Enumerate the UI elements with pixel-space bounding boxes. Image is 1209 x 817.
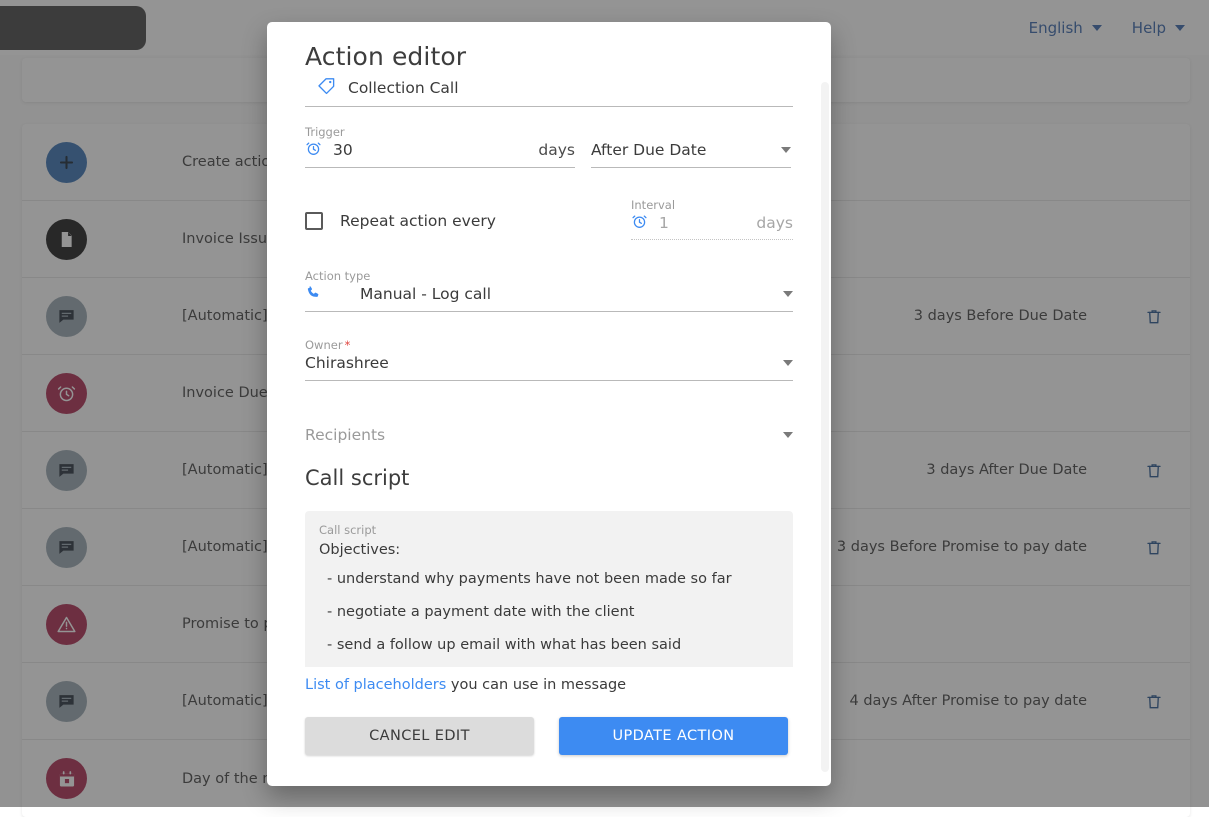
- trigger-days-field[interactable]: Trigger 30 days: [305, 125, 575, 168]
- repeat-action-checkbox[interactable]: [305, 212, 323, 230]
- trigger-block: Trigger 30 days: [305, 125, 793, 168]
- trigger-days-unit: days: [538, 141, 575, 159]
- recipients-select[interactable]: Recipients: [305, 424, 793, 446]
- repeat-row: Repeat action every Interval 1: [305, 198, 793, 240]
- dialog-title: Action editor: [305, 22, 793, 71]
- trigger-relation-value: After Due Date: [591, 139, 706, 161]
- call-script-line: Objectives:: [319, 538, 779, 563]
- placeholders-note: List of placeholders you can use in mess…: [305, 677, 793, 693]
- owner-label: Owner*: [305, 338, 793, 352]
- call-script-line: - negotiate a payment date with the clie…: [319, 596, 779, 629]
- interval-value: 1: [659, 212, 669, 234]
- call-script-textarea[interactable]: Call script Objectives: - understand why…: [305, 511, 793, 667]
- interval-label: Interval: [631, 198, 793, 212]
- cancel-edit-button[interactable]: CANCEL EDIT: [305, 717, 534, 755]
- dialog-content: Action editor Collection Call Trigger: [267, 22, 831, 786]
- call-script-line: - understand why payments have not been …: [319, 563, 779, 596]
- trigger-relation-select[interactable]: After Due Date: [591, 139, 791, 168]
- action-type-label: Action type: [305, 269, 793, 283]
- alarm-clock-icon: [631, 213, 648, 234]
- repeat-action-checkbox-group[interactable]: Repeat action every: [305, 212, 496, 240]
- trigger-days-value: 30: [333, 139, 353, 161]
- action-type-value: Manual - Log call: [360, 283, 491, 305]
- call-script-line: - send a follow up email with what has b…: [319, 629, 779, 662]
- dialog-action-buttons: CANCEL EDIT UPDATE ACTION: [305, 717, 793, 755]
- repeat-action-label: Repeat action every: [340, 212, 496, 230]
- required-marker: *: [345, 338, 351, 352]
- interval-unit: days: [756, 214, 793, 232]
- update-action-button[interactable]: UPDATE ACTION: [559, 717, 788, 755]
- owner-value: Chirashree: [305, 352, 389, 374]
- phone-icon: [305, 284, 322, 305]
- tag-icon: [317, 76, 336, 99]
- interval-field[interactable]: Interval 1 days: [631, 198, 793, 240]
- chevron-down-icon: [783, 360, 793, 366]
- action-name-value: Collection Call: [348, 77, 459, 99]
- action-type-select[interactable]: Action type Manual - Log call: [305, 269, 793, 312]
- chevron-down-icon: [781, 147, 791, 153]
- alarm-clock-icon: [305, 140, 322, 161]
- action-name-field[interactable]: Collection Call: [305, 71, 793, 107]
- chevron-down-icon: [783, 432, 793, 438]
- action-editor-dialog: Action editor Collection Call Trigger: [267, 22, 831, 786]
- owner-select[interactable]: Owner* Chirashree: [305, 338, 793, 381]
- placeholders-note-rest: you can use in message: [446, 677, 626, 693]
- call-script-section-title: Call script: [305, 466, 793, 490]
- call-script-lines: Objectives: - understand why payments ha…: [319, 538, 779, 662]
- trigger-label: Trigger: [305, 125, 575, 139]
- owner-label-text: Owner: [305, 338, 343, 352]
- list-of-placeholders-link[interactable]: List of placeholders: [305, 677, 446, 693]
- call-script-field-label: Call script: [319, 523, 779, 538]
- recipients-placeholder: Recipients: [305, 424, 385, 446]
- dialog-scrollbar[interactable]: [821, 82, 829, 772]
- chevron-down-icon: [783, 291, 793, 297]
